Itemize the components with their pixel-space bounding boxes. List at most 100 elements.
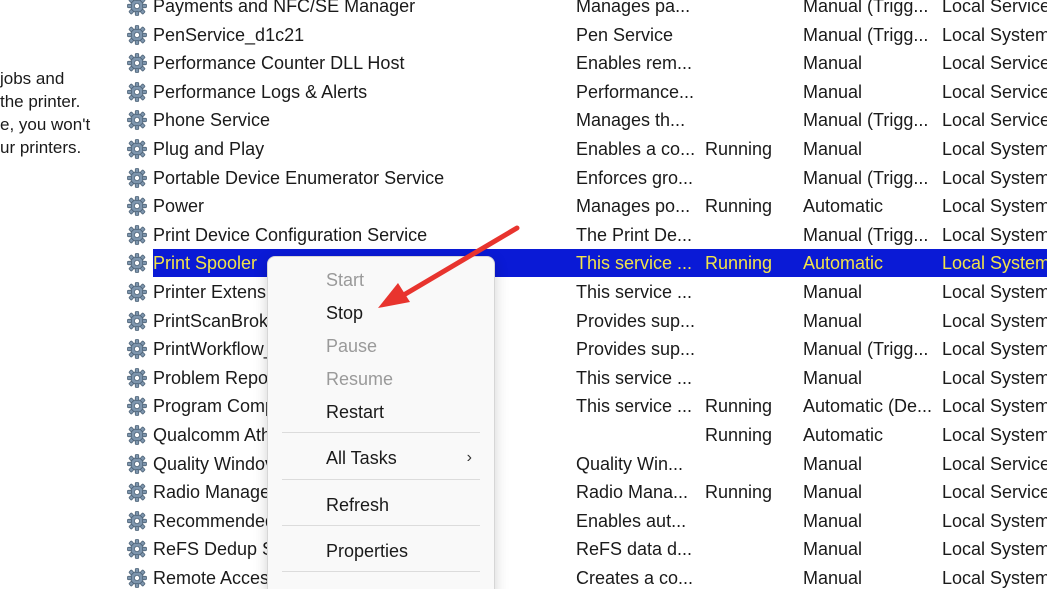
- service-row[interactable]: Plug and Play Enables a co... Running Manua…: [118, 135, 1047, 163]
- menu-item-stop[interactable]: Stop: [268, 298, 494, 328]
- service-name: Power: [153, 196, 205, 217]
- service-row[interactable]: PrintScanBroke Provides sup... Manual Local…: [118, 307, 1047, 335]
- service-row[interactable]: ReFS Dedup Se ReFS data d... Manual Local S…: [118, 535, 1047, 563]
- service-description: Provides sup...: [576, 339, 694, 360]
- service-row[interactable]: Problem Repor This service ... Manual Local…: [118, 364, 1047, 392]
- service-row[interactable]: PenService_d1c21 Pen Service Manual (Trigg…: [118, 21, 1047, 49]
- service-row[interactable]: Printer Extensic This service ... Manual Lo…: [118, 278, 1047, 306]
- service-startup-type: Manual (Trigg...: [803, 110, 929, 131]
- gear-icon: [126, 224, 148, 246]
- menu-separator: [282, 525, 480, 526]
- service-name: Phone Service: [153, 110, 271, 131]
- service-log-on-as: Local System: [942, 224, 1047, 245]
- service-description: Enables aut...: [576, 510, 687, 531]
- service-status: Running: [705, 253, 773, 274]
- service-log-on-as: Local System: [942, 196, 1047, 217]
- service-status: [705, 450, 797, 478]
- service-log-on-as: Local System: [942, 310, 1047, 331]
- service-startup-type: Manual: [803, 539, 863, 560]
- service-startup-type: Manual: [803, 310, 863, 331]
- menu-item-label: Properties: [326, 541, 409, 561]
- service-row[interactable]: Remote Access Creates a co... Manual Local …: [118, 564, 1047, 589]
- service-description: Pen Service: [576, 24, 674, 45]
- service-status: Running: [705, 482, 773, 503]
- service-row[interactable]: Performance Counter DLL Host Enables rem.…: [118, 49, 1047, 77]
- service-log-on-as: Local Service: [942, 110, 1047, 131]
- service-description: The Print De...: [576, 224, 693, 245]
- service-log-on-as: Local System: [942, 253, 1047, 274]
- service-startup-type: Manual: [803, 568, 863, 588]
- service-row[interactable]: Print Device Configuration Service The Pr…: [118, 221, 1047, 249]
- service-status: [705, 535, 797, 563]
- service-description: This service ...: [576, 367, 693, 388]
- service-log-on-as: Local System: [942, 339, 1047, 360]
- service-row[interactable]: Program Comp This service ... Running Autom…: [118, 392, 1047, 420]
- service-row[interactable]: Qualcomm Ath Running Automatic Local System: [118, 421, 1047, 449]
- service-description: Enables rem...: [576, 53, 693, 74]
- service-startup-type: Manual (Trigg...: [803, 339, 929, 360]
- gear-icon: [126, 167, 148, 189]
- gear-icon: [126, 395, 148, 417]
- menu-item-label: All Tasks: [326, 448, 397, 468]
- menu-item-label: Refresh: [326, 495, 390, 515]
- service-startup-type: Manual: [803, 53, 863, 74]
- service-log-on-as: Local System: [942, 425, 1047, 445]
- services-list[interactable]: Payments and NFC/SE Manager Manages pa...…: [118, 0, 1047, 589]
- service-row[interactable]: Quality Windov Quality Win... Manual Local …: [118, 450, 1047, 478]
- menu-item-refresh[interactable]: Refresh: [268, 490, 494, 520]
- service-row[interactable]: Performance Logs & Alerts Performance... M…: [118, 78, 1047, 106]
- service-log-on-as: Local Service: [942, 482, 1047, 503]
- service-row[interactable]: Portable Device Enumerator Service Enforc…: [118, 164, 1047, 192]
- service-startup-type: Manual: [803, 81, 863, 102]
- services-window: jobs and the printer. e, you won't ur pr…: [0, 0, 1047, 589]
- service-description: Enforces gro...: [576, 167, 694, 188]
- service-startup-type: Manual (Trigg...: [803, 167, 929, 188]
- service-name: Performance Logs & Alerts: [153, 81, 368, 102]
- gear-icon: [126, 252, 148, 274]
- gear-icon: [126, 195, 148, 217]
- service-startup-type: Manual: [803, 139, 863, 159]
- menu-item-label: Pause: [326, 336, 378, 356]
- gear-icon: [126, 453, 148, 475]
- service-startup-type: Automatic: [803, 196, 884, 217]
- gear-icon: [126, 109, 148, 131]
- service-status: [705, 164, 797, 192]
- service-startup-type: Manual: [803, 367, 863, 388]
- service-row[interactable]: PrintWorkflow_ Provides sup... Manual (Tri…: [118, 335, 1047, 363]
- service-description: ReFS data d...: [576, 539, 693, 560]
- service-status: Running: [705, 396, 773, 417]
- service-status: [705, 221, 797, 249]
- service-startup-type: Automatic: [803, 425, 884, 445]
- service-log-on-as: Local System: [942, 367, 1047, 388]
- menu-separator: [282, 571, 480, 572]
- service-row[interactable]: Power Manages po... Running Automatic Local …: [118, 192, 1047, 220]
- service-startup-type: Manual: [803, 482, 863, 503]
- service-status: [705, 49, 797, 77]
- service-row[interactable]: Phone Service Manages th... Manual (Trigg.…: [118, 106, 1047, 134]
- service-row[interactable]: Radio Manage Radio Mana... Running Manual Lo…: [118, 478, 1047, 506]
- service-status: [705, 21, 797, 49]
- service-log-on-as: Local Service: [942, 81, 1047, 102]
- context-menu: Start Stop Pause Resume Restart All Task…: [267, 256, 495, 589]
- service-log-on-as: Local System: [942, 24, 1047, 45]
- service-startup-type: Manual (Trigg...: [803, 224, 929, 245]
- gear-icon: [126, 367, 148, 389]
- service-log-on-as: Local System: [942, 282, 1047, 302]
- service-description: [576, 421, 694, 449]
- service-description: This service ...: [576, 253, 693, 274]
- menu-item-restart[interactable]: Restart: [268, 397, 494, 427]
- gear-icon: [126, 481, 148, 503]
- gear-icon: [126, 52, 148, 74]
- service-row[interactable]: Payments and NFC/SE Manager Manages pa...…: [118, 0, 1047, 20]
- service-row[interactable]: Recommended Enables aut... Manual Local Sys…: [118, 507, 1047, 535]
- service-startup-type: Manual (Trigg...: [803, 0, 929, 16]
- service-row[interactable]: Print Spooler This service ... Running Auto…: [118, 249, 1047, 278]
- gear-icon: [126, 138, 148, 160]
- service-name: PenService_d1c21: [153, 24, 305, 45]
- menu-item-label: Restart: [326, 402, 385, 422]
- menu-item-all-tasks[interactable]: All Tasks ›: [268, 443, 494, 473]
- menu-item-properties[interactable]: Properties: [268, 536, 494, 566]
- service-log-on-as: Local System: [942, 568, 1047, 588]
- service-log-on-as: Local System: [942, 396, 1047, 417]
- service-startup-type: Manual (Trigg...: [803, 24, 929, 45]
